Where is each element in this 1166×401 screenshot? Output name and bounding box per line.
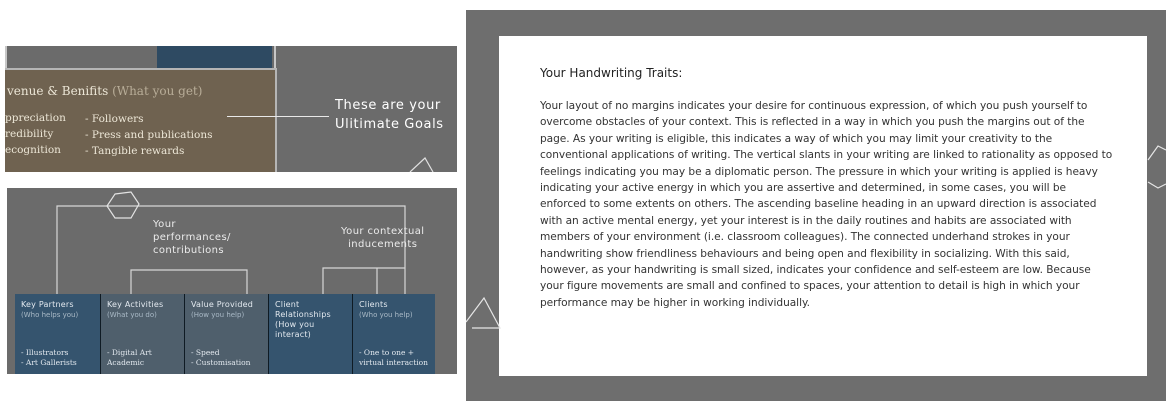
business-model-slide: Your performances/ contributions Your co… <box>7 188 457 374</box>
slide-decorations <box>466 145 1166 329</box>
column-subheading: (Who you help) <box>359 311 413 319</box>
value-provided-column: Value Provided (How you help) - Speed - … <box>185 294 269 374</box>
key-activities-column: Key Activities (What you do) - Digital A… <box>101 294 185 374</box>
column-subheading: (What you do) <box>107 311 157 319</box>
column-heading: Key Partners <box>21 300 74 309</box>
list-item: Academic <box>107 358 145 367</box>
label-line: Your contextual <box>341 226 425 237</box>
label-line: inducements <box>348 239 418 250</box>
column-items: - Speed - Customisation <box>191 348 250 368</box>
revenue-benefits-slide: venue & Benifits (What you get) ppreciat… <box>5 46 457 172</box>
business-model-canvas: Key Partners (Who helps you) - Illustrat… <box>15 294 435 374</box>
column-heading: Client Relationships (How you interact) <box>275 300 331 339</box>
clients-column: Clients (Who you help) - One to one + vi… <box>353 294 435 374</box>
label-line: performances/ <box>153 232 231 243</box>
list-item: - Speed <box>191 348 220 357</box>
client-relationships-column: Client Relationships (How you interact) <box>269 294 353 374</box>
column-heading: Clients <box>359 300 388 309</box>
list-item: - Digital Art <box>107 348 152 357</box>
triangle-decoration <box>409 157 434 172</box>
list-item: virtual interaction <box>359 358 429 367</box>
list-item: - One to one + <box>359 348 415 357</box>
list-item: - Customisation <box>191 358 251 367</box>
list-item: - Art Gallerists <box>21 358 77 367</box>
contextual-label: Your contextual inducements <box>341 225 424 251</box>
column-heading: Value Provided <box>191 300 254 309</box>
column-subheading: (Who helps you) <box>21 311 79 319</box>
handwriting-traits-slide: Your Handwriting Traits: Your layout of … <box>466 10 1166 401</box>
label-line: Your <box>153 219 176 230</box>
label-line: contributions <box>153 245 225 256</box>
list-item: - Illustrators <box>21 348 69 357</box>
performances-label: Your performances/ contributions <box>153 218 231 257</box>
column-items: - Illustrators - Art Gallerists <box>21 348 77 368</box>
column-heading: Key Activities <box>107 300 164 309</box>
column-items: - Digital Art Academic <box>107 348 152 368</box>
column-subheading: (How you help) <box>191 311 245 319</box>
key-partners-column: Key Partners (Who helps you) - Illustrat… <box>15 294 101 374</box>
column-items: - One to one + virtual interaction <box>359 348 428 368</box>
